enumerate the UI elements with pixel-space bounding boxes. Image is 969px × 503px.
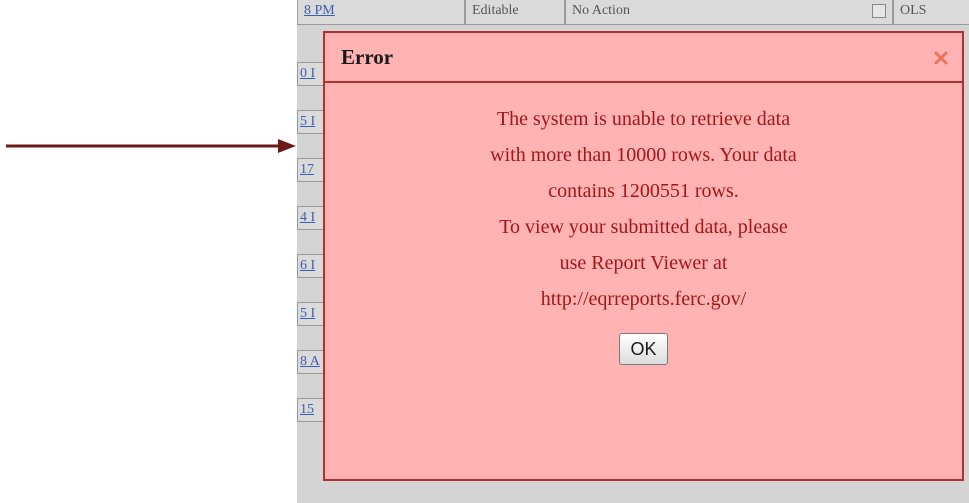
chevron-down-icon	[872, 4, 886, 18]
bg-action-select-value: No Action	[572, 3, 630, 18]
bg-status-cell: Editable	[465, 0, 565, 25]
error-dialog: Error The system is unable to retrieve d…	[323, 31, 964, 481]
ok-button[interactable]: OK	[619, 333, 668, 365]
bg-trailing-cell: OLS	[893, 0, 969, 25]
error-message-line: use Report Viewer at	[559, 252, 728, 274]
error-message-line: The system is unable to retrieve data	[496, 108, 791, 130]
error-message-line: To view your submitted data, please	[499, 216, 788, 238]
dialog-body: The system is unable to retrieve data wi…	[325, 85, 962, 365]
bg-action-select[interactable]: No Action	[565, 0, 893, 25]
close-x-icon[interactable]	[934, 51, 948, 65]
error-message: The system is unable to retrieve data wi…	[325, 101, 962, 317]
screenshot-stage: 8 PM Editable No Action OLS 0 I5 I 17 4 I6…	[0, 0, 969, 503]
error-message-line: with more than 10000 rows. Your data	[490, 144, 797, 166]
dialog-title: Error	[341, 45, 394, 69]
error-message-line: contains 1200551 rows.	[548, 180, 739, 202]
bg-time-link[interactable]: 8 PM	[304, 3, 335, 18]
dialog-titlebar[interactable]: Error	[325, 33, 962, 83]
bg-top-time-cell: 8 PM	[297, 0, 465, 25]
report-viewer-url: http://eqrreports.ferc.gov/	[540, 288, 747, 310]
annotation-arrow	[6, 139, 296, 153]
